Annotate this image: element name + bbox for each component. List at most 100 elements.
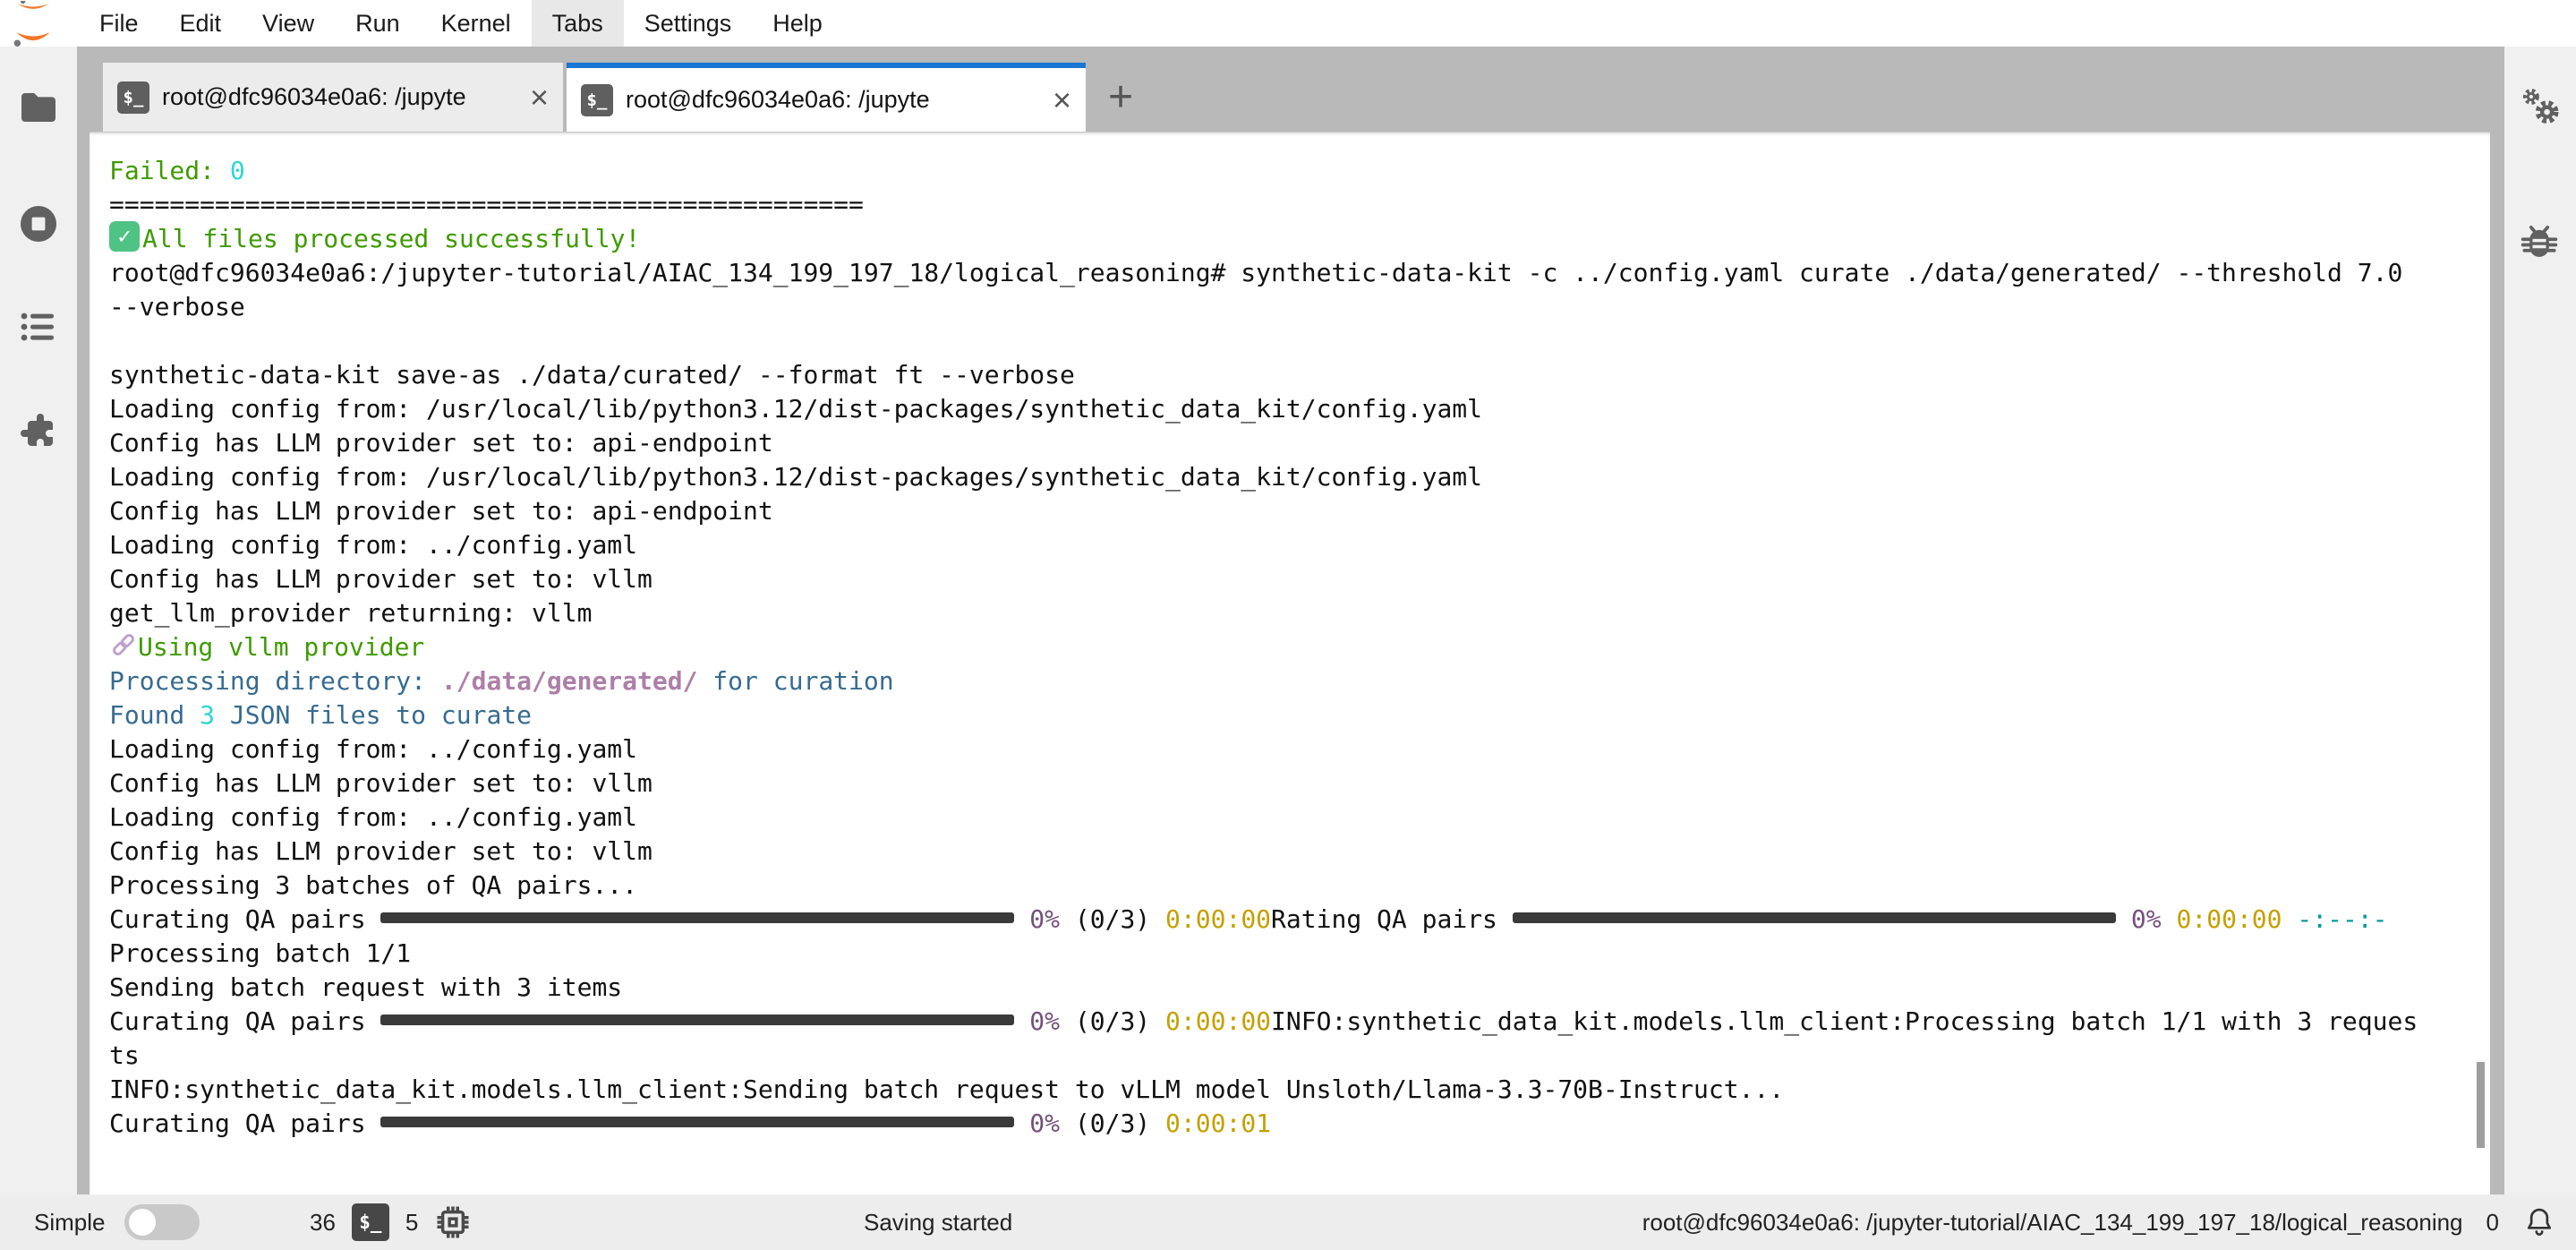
terminal-text: 0:00:00: [2177, 904, 2282, 934]
save-status: Saving started: [864, 1209, 1012, 1237]
terminal-text: Rating QA pairs: [1271, 904, 1513, 934]
current-terminal-path: root@dfc96034e0a6: /jupyter-tutorial/AIA…: [1642, 1209, 2463, 1237]
terminal-line: Loading config from: ../config.yaml: [109, 801, 2418, 835]
terminal-text: 0: [230, 156, 245, 185]
progress-bar: [380, 1015, 1014, 1025]
extensions-icon[interactable]: [17, 408, 60, 451]
menu-settings[interactable]: Settings: [624, 0, 753, 47]
terminal-text: Loading config from: ../config.yaml: [109, 530, 637, 560]
right-sidebar: [2504, 47, 2576, 1194]
terminal-line: Found 3 JSON files to curate: [109, 698, 2418, 732]
terminal-output[interactable]: Failed: 0 ===============================…: [109, 154, 2418, 1141]
simple-mode-label: Simple: [34, 1209, 105, 1237]
terminal-line: Loading config from: ../config.yaml: [109, 732, 2418, 766]
terminal-text: Using vllm provider: [138, 632, 424, 662]
progress-bar: [380, 1117, 1014, 1127]
terminal-text: (0/3): [1060, 904, 1165, 934]
terminal-count[interactable]: 36: [310, 1209, 336, 1237]
terminal-text: get_llm_provider returning: vllm: [109, 598, 592, 628]
kernel-count[interactable]: 5: [405, 1209, 418, 1237]
menu-help[interactable]: Help: [752, 0, 843, 47]
terminal-text: 0:00:01: [1165, 1109, 1271, 1138]
terminal-text: Sending batch request with 3 items: [109, 972, 622, 1002]
terminal-line: Processing 3 batches of QA pairs...: [109, 869, 2418, 903]
terminal-line: ts: [109, 1039, 2418, 1073]
terminal-text: [1014, 904, 1029, 934]
terminal-text: (0/3): [1060, 1006, 1165, 1036]
terminal-line: Config has LLM provider set to: vllm: [109, 835, 2418, 869]
menu-file[interactable]: File: [79, 0, 159, 47]
progress-bar: [380, 912, 1014, 923]
close-icon[interactable]: ×: [530, 81, 549, 114]
terminal-icon: $_: [581, 84, 613, 116]
menu-kernel[interactable]: Kernel: [421, 0, 532, 47]
terminal-text: Loading config from: /usr/local/lib/pyth…: [109, 394, 1482, 424]
terminal-text: Found: [109, 700, 200, 730]
property-inspector-icon[interactable]: [2515, 86, 2558, 129]
jupyter-logo-icon: [13, 1, 54, 49]
tab-label: root@dfc96034e0a6: /jupyte: [162, 83, 526, 111]
terminal-text: Config has LLM provider set to: vllm: [109, 564, 653, 594]
terminal-text: Curating QA pairs: [109, 904, 380, 934]
terminal-icon[interactable]: $_: [352, 1203, 389, 1241]
debugger-icon[interactable]: [2517, 220, 2560, 263]
terminal-text: Config has LLM provider set to: vllm: [109, 836, 653, 866]
terminal-line: get_llm_provider returning: vllm: [109, 596, 2418, 630]
terminal-text: Config has LLM provider set to: api-endp…: [109, 428, 773, 458]
terminal-text: ./data/generated/: [441, 666, 698, 696]
link-icon: [109, 630, 138, 659]
terminal-tab-1[interactable]: $_ root@dfc96034e0a6: /jupyte ×: [103, 63, 563, 132]
terminal-text: Processing batch 1/1: [109, 938, 411, 968]
terminal-text: ========================================…: [109, 190, 864, 219]
left-sidebar: [0, 47, 77, 1194]
terminal-text: 0%: [1029, 1109, 1060, 1138]
menu-tabs[interactable]: Tabs: [532, 0, 624, 47]
terminal-tab-2[interactable]: $_ root@dfc96034e0a6: /jupyte ×: [567, 63, 1086, 132]
terminal-line: [109, 324, 2418, 358]
terminal-line: Processing directory: ./data/generated/ …: [109, 664, 2418, 698]
running-kernels-icon[interactable]: [17, 202, 60, 245]
terminal-line: ✓All files processed successfully!: [109, 222, 2418, 256]
simple-mode-toggle[interactable]: [124, 1204, 200, 1240]
terminal-line: Config has LLM provider set to: vllm: [109, 766, 2418, 801]
table-of-contents-icon[interactable]: [17, 305, 60, 348]
terminal-line: Curating QA pairs 0% (0/3) 0:00:00Rating…: [109, 903, 2418, 937]
terminal-line: Loading config from: /usr/local/lib/pyth…: [109, 392, 2418, 426]
terminal-text: --verbose: [109, 292, 245, 321]
terminal-text: Loading config from: ../config.yaml: [109, 802, 637, 832]
terminal-text: [1014, 1109, 1029, 1138]
terminal-line: INFO:synthetic_data_kit.models.llm_clien…: [109, 1073, 2418, 1107]
terminal-text: Processing directory:: [109, 666, 441, 696]
close-icon[interactable]: ×: [1053, 84, 1071, 116]
notification-count[interactable]: 0: [2486, 1209, 2499, 1237]
terminal-line: Loading config from: ../config.yaml: [109, 528, 2418, 562]
terminal-text: synthetic-data-kit save-as ./data/curate…: [109, 360, 1075, 390]
terminal-panel[interactable]: Failed: 0 ===============================…: [90, 132, 2490, 1195]
terminal-icon: $_: [117, 81, 149, 114]
terminal-line: Using vllm provider: [109, 630, 2418, 664]
bell-icon[interactable]: [2522, 1204, 2556, 1240]
scrollbar-thumb[interactable]: [2477, 1062, 2485, 1148]
terminal-text: [2282, 904, 2298, 934]
terminal-line: Sending batch request with 3 items: [109, 971, 2418, 1005]
tab-bar: $_ root@dfc96034e0a6: /jupyte × $_ root@…: [77, 47, 2504, 132]
terminal-text: Failed:: [109, 156, 230, 185]
terminal-text: 0%: [1029, 1006, 1060, 1036]
kernel-chip-icon[interactable]: [434, 1203, 472, 1241]
tab-label: root@dfc96034e0a6: /jupyte: [626, 86, 1049, 114]
terminal-text: (0/3): [1060, 1109, 1165, 1138]
terminal-line: synthetic-data-kit save-as ./data/curate…: [109, 358, 2418, 392]
terminal-text: Config has LLM provider set to: api-endp…: [109, 496, 773, 526]
terminal-text: 0:00:00: [1165, 904, 1271, 934]
terminal-text: All files processed successfully!: [142, 224, 640, 253]
terminal-line: Curating QA pairs 0% (0/3) 0:00:00INFO:s…: [109, 1005, 2418, 1039]
toggle-knob: [129, 1209, 156, 1236]
menu-edit[interactable]: Edit: [159, 0, 243, 47]
folder-icon[interactable]: [17, 86, 60, 129]
terminal-text: Loading config from: /usr/local/lib/pyth…: [109, 462, 1482, 492]
terminal-text: [1014, 1006, 1029, 1036]
menu-view[interactable]: View: [242, 0, 335, 47]
terminal-text: JSON files to curate: [215, 700, 532, 730]
menu-run[interactable]: Run: [335, 0, 421, 47]
new-tab-button[interactable]: +: [1086, 63, 1156, 132]
